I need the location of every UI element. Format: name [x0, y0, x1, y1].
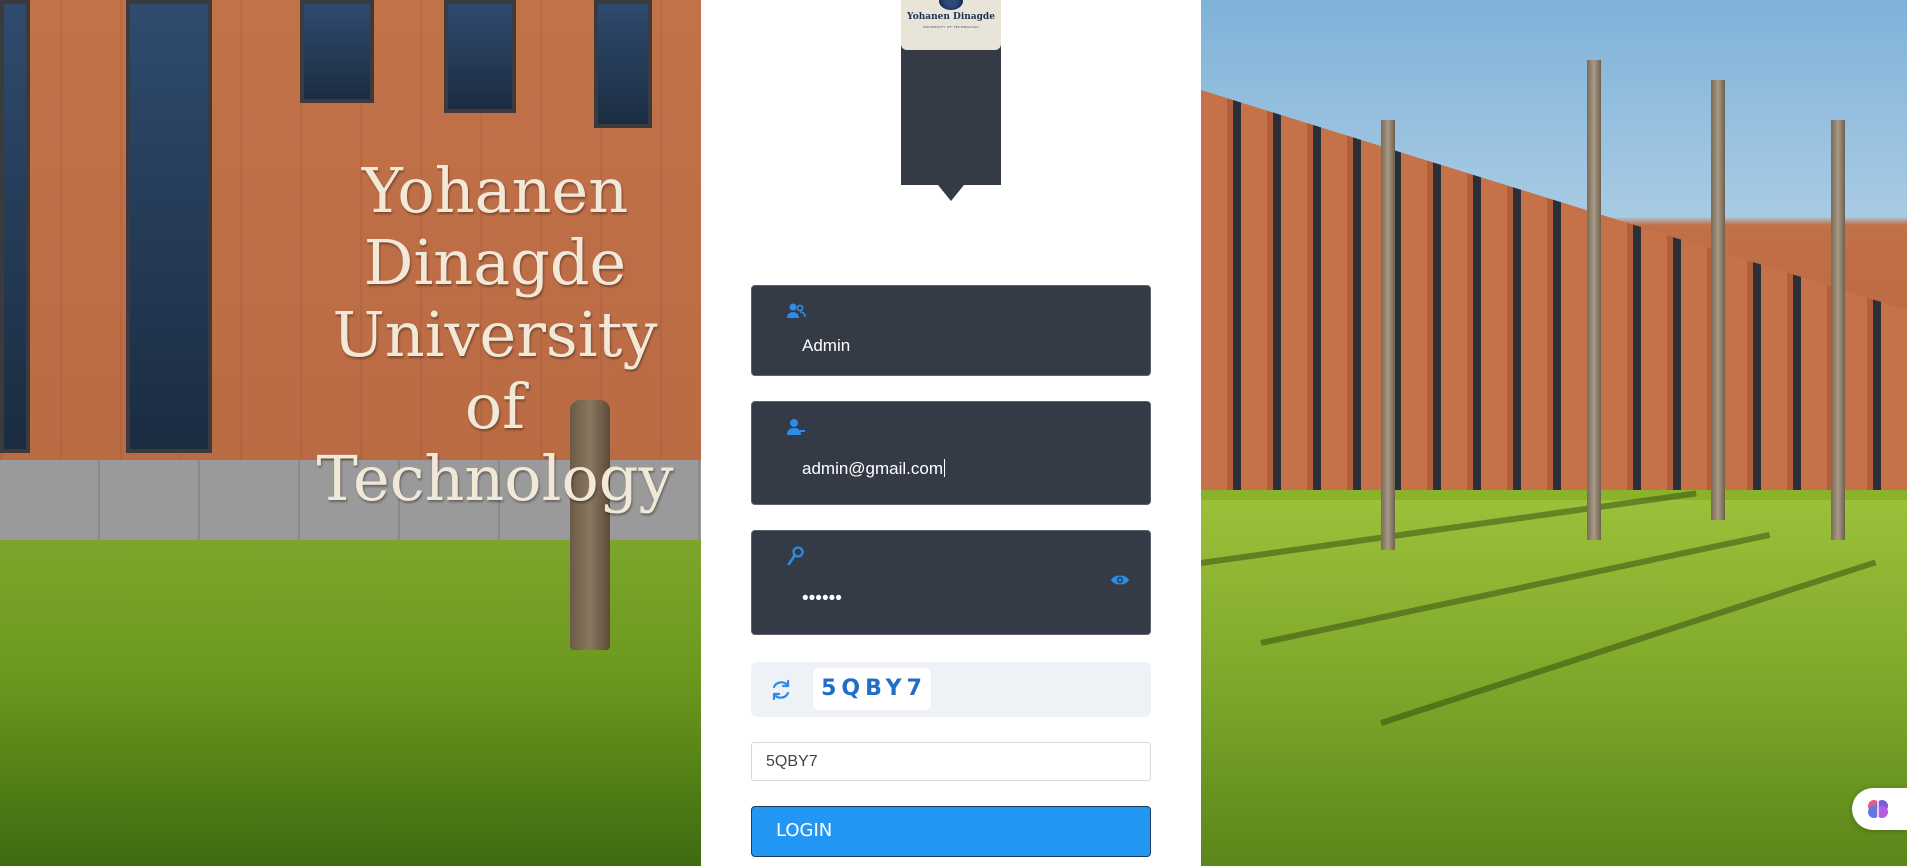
- campus-background-right: [1201, 0, 1907, 866]
- tree-trunk: [1711, 80, 1725, 520]
- brain-icon: [1868, 800, 1888, 818]
- role-field[interactable]: Admin: [751, 285, 1151, 376]
- refresh-icon[interactable]: [769, 678, 793, 702]
- tree-trunk: [1831, 120, 1845, 540]
- building-window: [0, 0, 30, 453]
- user-icon: [786, 417, 806, 437]
- email-field[interactable]: admin@gmail.com: [751, 401, 1151, 505]
- users-icon: [786, 301, 806, 321]
- login-panel: Yohanen Dinagde UNIVERSITY OF TECHNOLOGY…: [701, 0, 1201, 866]
- building-facade: [1201, 90, 1907, 490]
- text-caret: [944, 459, 946, 477]
- building-window: [300, 0, 374, 103]
- sign-line: of Technology: [316, 370, 674, 515]
- campus-background-left: Yohanen Dinagde University of Technology: [0, 0, 701, 866]
- sign-line: University: [332, 298, 658, 371]
- building-window: [444, 0, 516, 113]
- eye-icon[interactable]: [1110, 572, 1130, 588]
- captcha-code: 5QBY7: [813, 668, 931, 710]
- tree-trunk: [1587, 60, 1601, 540]
- sign-line: Yohanen Dinagde: [361, 154, 629, 299]
- password-value: ••••••: [802, 588, 842, 609]
- key-icon: [786, 546, 806, 566]
- building-window: [126, 0, 212, 453]
- logo-subtitle: UNIVERSITY OF TECHNOLOGY: [922, 25, 980, 29]
- assistant-widget[interactable]: [1852, 788, 1907, 830]
- tree-trunk: [1381, 120, 1395, 550]
- login-button[interactable]: LOGIN: [751, 806, 1151, 857]
- logo-name: Yohanen Dinagde: [907, 12, 995, 22]
- building-window: [594, 0, 652, 128]
- password-field[interactable]: ••••••: [751, 530, 1151, 635]
- role-value: Admin: [802, 336, 851, 355]
- captcha-input[interactable]: 5QBY7: [751, 742, 1151, 781]
- email-value: admin@gmail.com: [802, 459, 946, 478]
- crest-icon: [939, 0, 963, 10]
- university-logo: Yohanen Dinagde UNIVERSITY OF TECHNOLOGY: [901, 0, 1001, 50]
- captcha-box: 5QBY7: [751, 662, 1151, 717]
- university-sign: Yohanen Dinagde University of Technology: [280, 155, 701, 515]
- lawn: [1201, 500, 1907, 866]
